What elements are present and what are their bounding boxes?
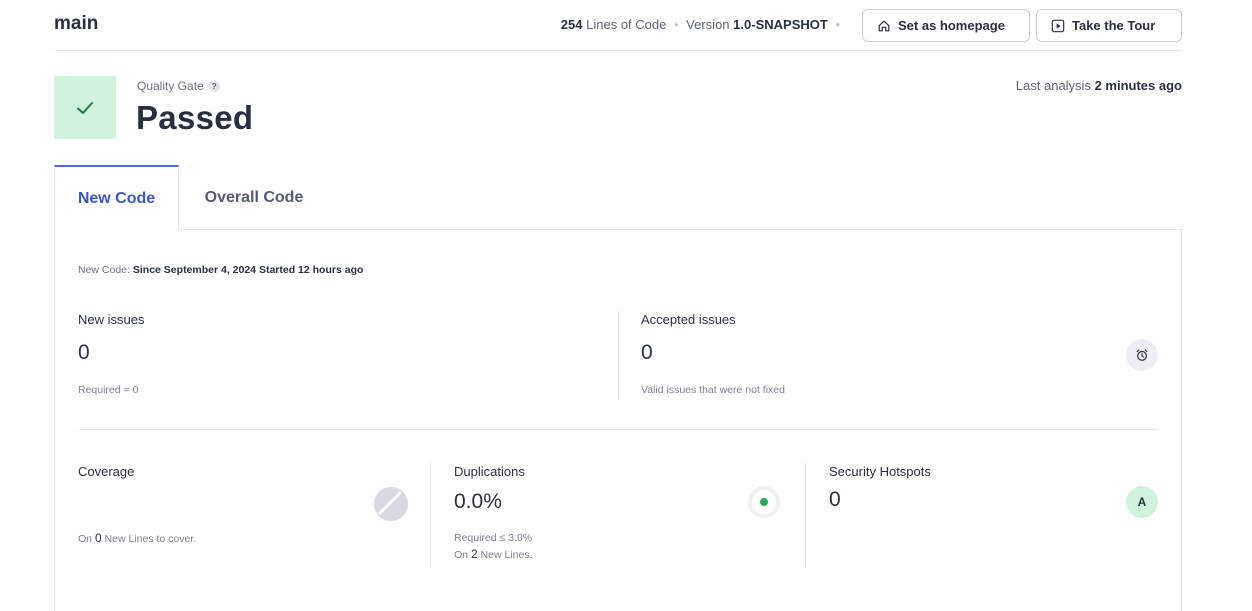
- new-code-period: New Code: Since September 4, 2024 Starte…: [78, 264, 363, 276]
- quality-gate-label: Quality Gate ?: [137, 79, 220, 93]
- home-icon: [878, 20, 890, 31]
- new-code-period-value: Since September 4, 2024: [132, 264, 257, 276]
- quality-gate-badge: [54, 76, 116, 139]
- coverage-desc-suffix: New Lines to cover.: [104, 533, 197, 545]
- tab-new-code[interactable]: New Code: [54, 165, 179, 230]
- take-tour-button[interactable]: Take the Tour: [1036, 9, 1182, 42]
- accepted-issues-value[interactable]: 0: [641, 341, 653, 365]
- play-icon: [1051, 19, 1065, 32]
- new-code-period-prefix: New Code:: [78, 264, 130, 276]
- alarm-clock-icon: [1126, 339, 1158, 371]
- new-code-panel: New Code: Since September 4, 2024 Starte…: [54, 229, 1182, 611]
- new-issues-requirement: Required = 0: [78, 384, 139, 396]
- help-icon[interactable]: ?: [208, 80, 220, 92]
- metric-divider: [618, 310, 619, 400]
- last-analysis: Last analysis 2 minutes ago: [1016, 78, 1182, 93]
- new-issues-value[interactable]: 0: [78, 341, 90, 365]
- meta-separator: •: [673, 17, 679, 32]
- new-issues-title: New issues: [78, 312, 145, 327]
- security-hotspots-value[interactable]: 0: [829, 488, 841, 512]
- duplications-lines-suffix: New Lines.: [480, 549, 533, 561]
- check-icon: [77, 101, 93, 114]
- quality-gate-status: Passed: [136, 99, 254, 136]
- meta-separator: •: [835, 17, 840, 32]
- project-meta: 254 Lines of Code • Version 1.0-SNAPSHOT…: [561, 17, 844, 32]
- accepted-issues-description: Valid issues that were not fixed: [641, 384, 785, 396]
- duplications-lines-value[interactable]: 2: [471, 547, 478, 561]
- version-value: 1.0-SNAPSHOT: [733, 17, 828, 32]
- last-analysis-value: 2 minutes ago: [1094, 78, 1182, 93]
- duplications-title: Duplications: [454, 464, 525, 479]
- last-analysis-label: Last analysis: [1015, 78, 1091, 93]
- branch-name: main: [54, 13, 99, 34]
- quality-gate-label-text: Quality Gate: [137, 79, 204, 93]
- security-rating-badge[interactable]: A: [1126, 486, 1158, 518]
- lines-of-code-value: 254: [560, 17, 583, 32]
- project-header: main 254 Lines of Code • Version 1.0-SNA…: [54, 0, 1182, 51]
- metric-divider: [805, 462, 806, 567]
- version-label: Version: [686, 17, 730, 32]
- lines-of-code-label: Lines of Code: [586, 17, 667, 32]
- duplications-value[interactable]: 0.0%: [454, 490, 502, 514]
- set-homepage-label: Set as homepage: [898, 18, 1005, 33]
- duplications-lines-prefix: On: [454, 549, 469, 561]
- coverage-pie-icon: [374, 487, 408, 521]
- tab-overall-code[interactable]: Overall Code: [179, 165, 329, 230]
- section-divider: [78, 429, 1158, 430]
- metric-divider: [430, 462, 431, 567]
- duplication-dot-icon: [748, 486, 780, 518]
- take-tour-label: Take the Tour: [1072, 18, 1156, 33]
- coverage-title: Coverage: [78, 464, 135, 479]
- security-hotspots-title: Security Hotspots: [829, 464, 931, 479]
- coverage-desc-value[interactable]: 0: [95, 531, 102, 545]
- coverage-description: On 0 New Lines to cover.: [78, 530, 196, 547]
- duplications-requirement: Required ≤ 3.0%: [454, 532, 533, 544]
- set-homepage-button[interactable]: Set as homepage: [862, 9, 1030, 42]
- coverage-desc-prefix: On: [78, 533, 93, 545]
- accepted-issues-title: Accepted issues: [641, 312, 736, 327]
- duplications-new-lines: On 2 New Lines.: [454, 546, 533, 563]
- new-code-started: Started 12 hours ago: [258, 264, 364, 276]
